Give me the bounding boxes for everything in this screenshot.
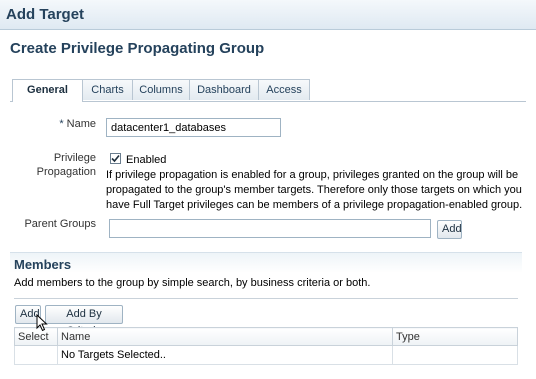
privilege-label-line2: Propagation [36,166,96,178]
name-label-text: Name [66,118,96,130]
privilege-label-line1: Privilege [53,152,96,164]
tab-columns[interactable]: Columns [132,79,190,100]
members-section-header [10,252,522,273]
parent-groups-field[interactable] [109,219,431,238]
checkmark-icon [111,154,120,163]
dialog-title: Add Target [6,6,85,23]
parent-groups-label: Parent Groups [24,218,96,230]
privilege-propagation-label: Privilege Propagation [30,151,96,179]
table-header-row: Select Name Type [14,327,518,346]
tab-bar: Charts Columns Dashboard Access General [10,79,526,102]
members-title: Members [14,257,72,272]
tab-general[interactable]: General [12,79,83,102]
name-label: * Name [40,118,96,130]
divider [14,298,518,299]
table-row: No Targets Selected.. [14,345,518,365]
select-cell [14,345,58,365]
mouse-cursor-icon [36,314,48,332]
empty-message: No Targets Selected.. [57,345,393,365]
required-indicator: * [59,118,64,130]
members-table: Select Name Type No Targets Selected.. [14,327,518,365]
enabled-label: Enabled [126,154,167,166]
tab-access[interactable]: Access [258,79,310,100]
tab-dashboard[interactable]: Dashboard [189,79,259,100]
members-description: Add members to the group by simple searc… [14,277,371,289]
page-title: Create Privilege Propagating Group [10,40,265,57]
column-header-type[interactable]: Type [392,327,518,346]
privilege-help-text: If privilege propagation is enabled for … [106,169,523,211]
parent-groups-add-button[interactable]: Add [437,220,462,239]
add-by-criteria-button[interactable]: Add By Criteria [45,305,123,337]
column-header-name[interactable]: Name [57,327,393,346]
enabled-checkbox[interactable] [110,153,121,164]
type-cell [392,345,518,365]
name-field[interactable] [106,118,281,137]
tab-charts[interactable]: Charts [82,79,133,100]
